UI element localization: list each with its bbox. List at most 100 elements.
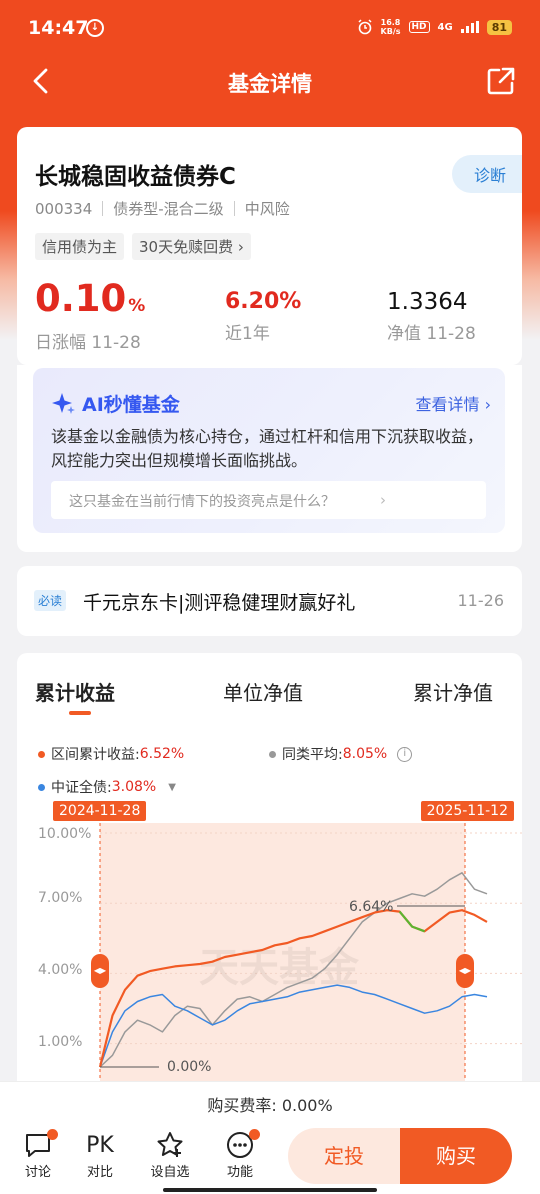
notification-dot <box>47 1129 58 1140</box>
star-plus-icon <box>157 1132 183 1157</box>
functions-button[interactable]: 功能 <box>214 1129 266 1180</box>
bottom-action-bar: 讨论 PK 对比 设自选 功能 定投 购买 <box>0 1121 540 1194</box>
legend-dot <box>38 783 45 791</box>
daily-change-unit: % <box>128 296 146 316</box>
diagnose-button[interactable]: 诊断 <box>451 155 522 193</box>
fee-label: 购买费率: <box>207 1096 277 1115</box>
fund-code: 000334 <box>35 199 93 218</box>
hd-voice-icon: ↓ <box>86 19 104 37</box>
fee-bar: 购买费率: 0.00% <box>0 1081 540 1121</box>
year-return-stat: 6.20% 近1年 <box>225 289 301 344</box>
news-date: 11-26 <box>457 591 505 610</box>
chevron-right-icon: › <box>380 491 386 509</box>
fund-type: 债券型-混合二级 <box>113 200 224 218</box>
year-return-value: 6.20% <box>225 289 302 314</box>
page-title: 基金详情 <box>228 72 312 96</box>
info-icon[interactable]: i <box>397 746 413 762</box>
chart-watermark: 天天基金 <box>199 945 360 991</box>
hd-badge: HD <box>408 21 430 33</box>
y-tick-label: 7.00% <box>38 890 83 906</box>
compare-button[interactable]: PK 对比 <box>74 1129 126 1181</box>
legend-peer: 同类平均: 8.05% i <box>269 744 413 764</box>
status-bar: 14:47 ↓ 16.8 KB/s HD 4G 81 <box>0 0 540 58</box>
ai-summary-card: AI秒懂基金 查看详情 › 该基金以金融债为核心持仓，通过杠杆和信用下沉获取收益… <box>17 365 522 552</box>
fee-value: 0.00% <box>281 1096 333 1115</box>
fund-name: 长城稳固收益债券C <box>35 164 236 190</box>
ai-title-text: AI秒懂基金 <box>82 394 180 416</box>
range-handle-left[interactable]: ◀▶ <box>91 954 109 988</box>
status-time: 14:47 <box>28 17 89 39</box>
notification-dot <box>249 1129 260 1140</box>
ai-question-text: 这只基金在当前行情下的投资亮点是什么？ <box>69 494 335 510</box>
fund-meta: 000334 债券型-混合二级 中风险 <box>35 198 290 219</box>
speed-unit: KB/s <box>380 27 401 36</box>
network-speed: 16.8 KB/s <box>381 18 401 36</box>
legend-index-label: 中证全债: <box>51 780 112 796</box>
chart-area: 天天基金 6.64% 0.00% 2024-11-28 2025-11-12 1… <box>17 801 522 1091</box>
daily-change-number: 0.10 <box>35 277 127 320</box>
auto-invest-button[interactable]: 定投 <box>288 1128 400 1184</box>
range-handle-right[interactable]: ◀▶ <box>456 954 474 988</box>
daily-change-label: 日涨幅 11-28 <box>35 333 141 353</box>
add-watchlist-label: 设自选 <box>150 1165 190 1180</box>
tab-unit-nav[interactable]: 单位净值 <box>223 677 303 706</box>
y-tick-label: 10.00% <box>38 826 92 842</box>
discuss-label: 讨论 <box>24 1165 51 1180</box>
functions-label: 功能 <box>226 1165 253 1180</box>
legend-peer-label: 同类平均: <box>282 747 343 763</box>
nav-value: 1.3364 <box>387 289 468 315</box>
tag-credit: 信用债为主 <box>35 233 125 260</box>
share-icon[interactable] <box>486 66 516 96</box>
news-title[interactable]: 千元京东卡|测评稳健理财赢好礼 <box>83 588 355 615</box>
ai-summary-box: AI秒懂基金 查看详情 › 该基金以金融债为核心持仓，通过杠杆和信用下沉获取收益… <box>33 368 505 533</box>
divider <box>102 201 104 216</box>
nav-label: 净值 11-28 <box>387 324 476 344</box>
network-type: 4G <box>437 21 453 33</box>
annotation-zero: 0.00% <box>167 1059 211 1075</box>
end-date-tag: 2025-11-12 <box>420 801 514 821</box>
ai-details-link[interactable]: 查看详情 › <box>416 391 492 415</box>
alarm-icon <box>357 19 372 35</box>
legend-fund-value: 6.52% <box>139 746 185 762</box>
daily-change-stat: 0.10% 日涨幅 11-28 <box>35 279 145 354</box>
status-right: 16.8 KB/s HD 4G 81 <box>357 18 512 36</box>
compare-label: 对比 <box>86 1165 113 1180</box>
y-tick-label: 4.00% <box>38 962 83 978</box>
sparkle-icon <box>52 392 75 414</box>
ai-question-button[interactable]: 这只基金在当前行情下的投资亮点是什么？ › <box>51 481 486 519</box>
battery-icon: 81 <box>486 19 512 35</box>
must-read-badge: 必读 <box>34 590 67 611</box>
tab-cumulative-nav[interactable]: 累计净值 <box>413 677 493 706</box>
nav-stat: 1.3364 净值 11-28 <box>387 289 476 344</box>
ai-summary-text: 该基金以金融债为核心持仓，通过杠杆和信用下沉获取收益，风控能力突出但规模增长面临… <box>51 427 484 470</box>
legend-fund: 区间累计收益: 6.52% <box>38 744 184 764</box>
ai-title: AI秒懂基金 <box>51 390 180 417</box>
return-chart[interactable]: 天天基金 6.64% 0.00% <box>17 801 522 1091</box>
divider <box>233 201 235 216</box>
speed-value: 16.8 <box>380 18 401 27</box>
discuss-button[interactable]: 讨论 <box>12 1129 64 1180</box>
nav-bar: 基金详情 <box>0 58 540 104</box>
y-tick-label: 1.00% <box>38 1034 83 1050</box>
legend-index-value: 3.08% <box>111 779 157 795</box>
signal-icon <box>460 21 479 33</box>
fund-tags: 信用债为主 30天免赎回费 › <box>35 233 251 260</box>
news-card[interactable]: 必读 千元京东卡|测评稳健理财赢好礼 11-26 <box>17 566 522 636</box>
legend-fund-label: 区间累计收益: <box>51 747 140 763</box>
tab-cumulative-return[interactable]: 累计收益 <box>35 677 115 706</box>
fund-risk: 中风险 <box>244 200 290 218</box>
legend-dot <box>38 750 45 758</box>
legend-peer-value: 8.05% <box>342 746 388 762</box>
year-return-label: 近1年 <box>225 324 270 344</box>
tag-redemption[interactable]: 30天免赎回费 › <box>132 233 251 260</box>
add-watchlist-button[interactable]: 设自选 <box>144 1129 196 1180</box>
start-date-tag: 2024-11-28 <box>53 801 147 821</box>
buy-button[interactable]: 购买 <box>400 1128 512 1184</box>
fund-info-card: 长城稳固收益债券C 诊断 000334 债券型-混合二级 中风险 信用债为主 3… <box>17 127 522 365</box>
tab-active-indicator <box>69 711 91 715</box>
home-indicator[interactable] <box>163 1188 377 1192</box>
legend-index[interactable]: 中证全债: 3.08% ▼ <box>38 777 176 797</box>
dropdown-caret-icon[interactable]: ▼ <box>168 782 176 793</box>
performance-chart-card: 累计收益 单位净值 累计净值 区间累计收益: 6.52% 同类平均: 8.05% i… <box>17 653 522 1103</box>
daily-change-value: 0.10% <box>35 279 145 326</box>
